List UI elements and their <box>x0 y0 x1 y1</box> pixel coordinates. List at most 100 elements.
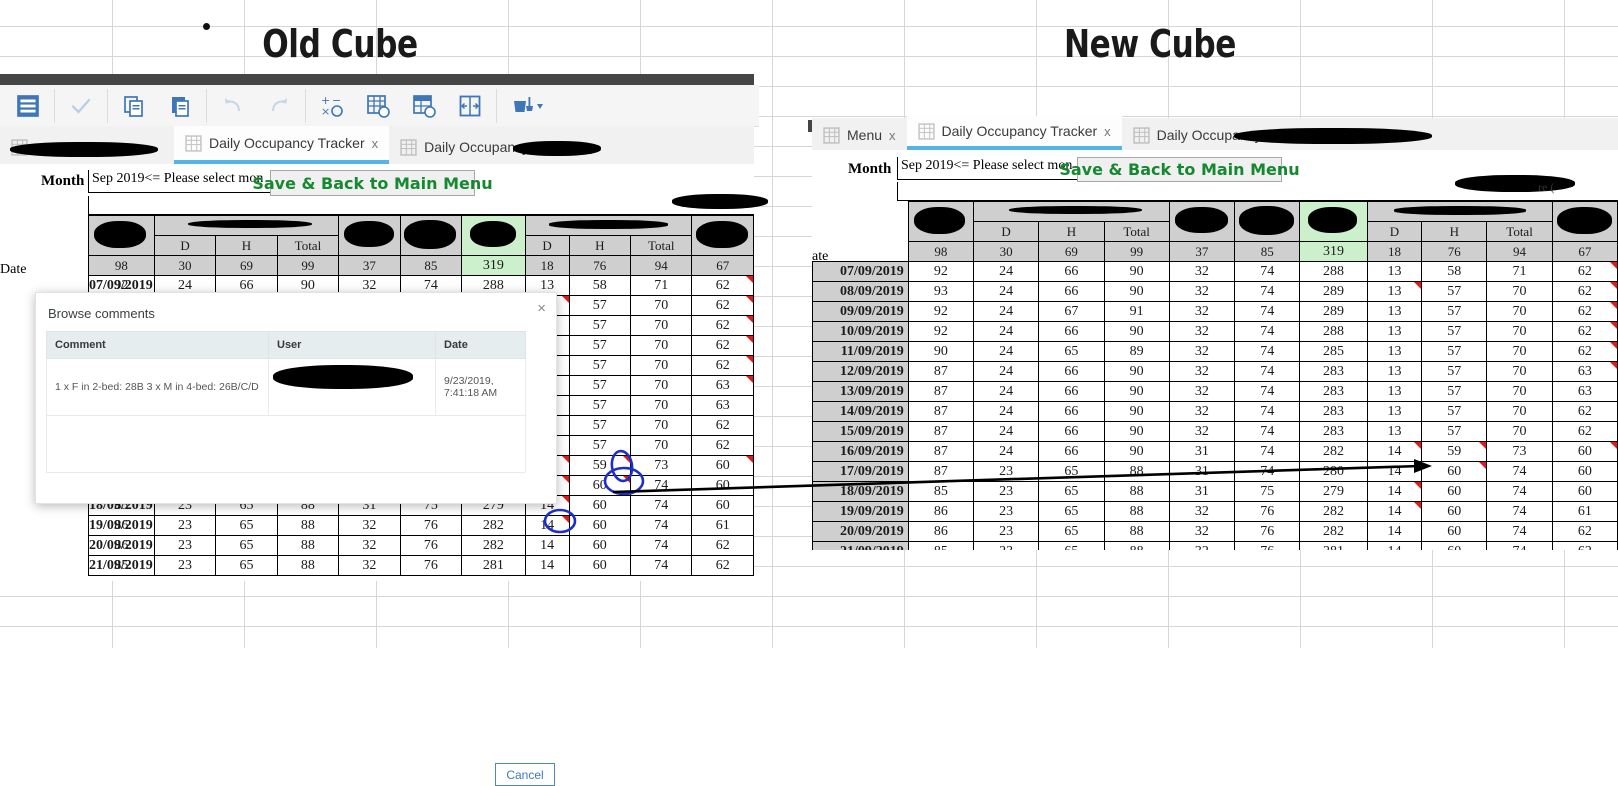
data-cell[interactable]: 93 <box>907 281 974 302</box>
sheet-tab-menu[interactable]: Menu x <box>812 120 907 150</box>
data-cell[interactable]: 92 <box>907 301 974 322</box>
data-cell[interactable]: 32 <box>1168 381 1236 402</box>
data-cell[interactable]: 74 <box>1234 441 1301 462</box>
comment-marker-icon[interactable] <box>1414 442 1422 449</box>
comment-marker-icon[interactable] <box>1610 322 1617 329</box>
row-date-cell[interactable]: 17/09/2019 <box>812 461 909 482</box>
comment-marker-icon[interactable] <box>1610 302 1617 309</box>
data-cell[interactable]: 32 <box>338 535 401 556</box>
old-cube-toolbar[interactable]: + − × <box>0 85 759 127</box>
sheet-tab-daily-occupancy-tracker-new[interactable]: Daily Occupancy Tracker x <box>906 116 1122 150</box>
data-cell[interactable]: 57 <box>1421 341 1488 362</box>
data-cell[interactable]: 74 <box>1486 521 1553 542</box>
data-cell[interactable]: 65 <box>1038 481 1105 502</box>
data-cell[interactable]: 32 <box>1168 301 1236 322</box>
data-cell[interactable]: 76 <box>1234 521 1301 542</box>
sheet-tab-daily-occupancy-tracker-redacted[interactable]: Daily Occupancy Track x <box>389 130 602 164</box>
data-cell[interactable]: 70 <box>629 355 693 376</box>
data-cell[interactable]: 57 <box>1421 321 1488 342</box>
data-cell[interactable]: 70 <box>629 395 693 416</box>
data-cell[interactable]: 23 <box>972 461 1040 482</box>
data-cell[interactable]: 31 <box>1168 441 1236 462</box>
comment-marker-icon[interactable] <box>561 496 569 503</box>
data-cell[interactable]: 57 <box>1421 361 1488 382</box>
data-cell[interactable]: 13 <box>1366 361 1423 382</box>
data-cell[interactable]: 62 <box>1551 301 1618 322</box>
data-cell[interactable]: 70 <box>1486 361 1553 382</box>
data-cell[interactable]: 76 <box>399 535 463 556</box>
data-cell[interactable]: 32 <box>1168 321 1236 342</box>
row-date-cell[interactable]: 13/09/2019 <box>812 381 909 402</box>
table-row[interactable]: 21/09/201985236588327628114607462 <box>88 555 754 576</box>
sheet-tab-daily-occupancy-tracker[interactable]: Daily Occupancy Tracker x <box>174 126 390 164</box>
comment-marker-icon[interactable] <box>1414 482 1422 489</box>
data-cell[interactable]: 88 <box>1103 521 1170 542</box>
calculate-icon[interactable]: + − × <box>309 86 355 126</box>
data-cell[interactable]: 14 <box>524 555 570 576</box>
data-cell[interactable]: 74 <box>629 535 693 556</box>
data-cell[interactable]: 90 <box>1103 281 1170 302</box>
data-cell[interactable]: 63 <box>691 395 754 416</box>
comment-marker-icon[interactable] <box>1610 342 1617 349</box>
data-cell[interactable]: 87 <box>907 461 974 482</box>
data-cell[interactable]: 23 <box>972 521 1040 542</box>
close-icon[interactable]: × <box>537 300 546 317</box>
data-cell[interactable]: 66 <box>1038 261 1105 282</box>
new-cube-tabstrip[interactable]: Menu x Daily Occupancy Tracker x Daily O… <box>812 116 1618 150</box>
data-cell[interactable]: 88 <box>1103 481 1170 502</box>
row-date-cell[interactable]: 09/09/2019 <box>812 301 909 322</box>
data-cell[interactable]: 62 <box>691 335 754 356</box>
data-cell[interactable]: 288 <box>1299 321 1368 342</box>
data-cell[interactable]: 57 <box>568 295 632 316</box>
data-cell[interactable]: 32 <box>1168 341 1236 362</box>
browse-comments-dialog[interactable]: × Browse comments Comment User Date 1 x … <box>35 292 557 786</box>
data-cell[interactable]: 60 <box>1421 501 1488 522</box>
row-date-cell[interactable]: 10/09/2019 <box>812 321 909 342</box>
data-cell[interactable]: 282 <box>461 535 526 556</box>
data-cell[interactable]: 62 <box>1551 341 1618 362</box>
data-cell[interactable]: 63 <box>1551 361 1618 382</box>
data-cell[interactable]: 24 <box>972 441 1040 462</box>
comment-marker-icon[interactable] <box>1610 442 1617 449</box>
data-cell[interactable]: 13 <box>1366 321 1423 342</box>
data-cell[interactable]: 60 <box>568 535 632 556</box>
comment-marker-icon[interactable] <box>1610 282 1617 289</box>
data-cell[interactable]: 70 <box>1486 381 1553 402</box>
row-date-cell[interactable]: 21/09/2019 <box>812 541 909 550</box>
data-cell[interactable]: 90 <box>1103 401 1170 422</box>
data-cell[interactable]: 60 <box>568 495 632 516</box>
data-cell[interactable]: 86 <box>88 535 155 556</box>
data-cell[interactable]: 66 <box>1038 441 1105 462</box>
data-cell[interactable]: 88 <box>276 555 340 576</box>
data-cell[interactable]: 65 <box>1038 461 1105 482</box>
data-cell[interactable]: 70 <box>629 375 693 396</box>
data-cell[interactable]: 71 <box>1486 261 1553 282</box>
comment-marker-icon[interactable] <box>746 276 753 283</box>
data-cell[interactable]: 90 <box>1103 321 1170 342</box>
data-cell[interactable]: 66 <box>1038 421 1105 442</box>
data-cell[interactable]: 32 <box>1168 361 1236 382</box>
close-icon[interactable]: x <box>1104 124 1111 139</box>
check-icon[interactable] <box>58 86 104 126</box>
data-cell[interactable]: 57 <box>1421 281 1488 302</box>
data-cell[interactable]: 70 <box>1486 421 1553 442</box>
data-cell[interactable]: 62 <box>691 555 754 576</box>
data-cell[interactable]: 74 <box>629 515 693 536</box>
data-cell[interactable]: 70 <box>629 435 693 456</box>
data-cell[interactable]: 24 <box>972 301 1040 322</box>
table-row[interactable]: 10/09/201992246690327428813577062 <box>812 321 1618 342</box>
data-cell[interactable]: 87 <box>907 361 974 382</box>
data-cell[interactable]: 23 <box>972 501 1040 522</box>
data-cell[interactable]: 57 <box>568 355 632 376</box>
paste-icon[interactable] <box>157 86 203 126</box>
data-cell[interactable]: 70 <box>1486 341 1553 362</box>
comment-marker-icon[interactable] <box>746 376 753 383</box>
close-icon[interactable]: x <box>889 128 896 143</box>
data-cell[interactable]: 87 <box>907 421 974 442</box>
data-cell[interactable]: 74 <box>1234 401 1301 422</box>
data-cell[interactable]: 86 <box>907 501 974 522</box>
data-cell[interactable]: 13 <box>1366 281 1423 302</box>
data-cell[interactable]: 74 <box>1234 381 1301 402</box>
table-row[interactable]: 15/09/201987246690327428313577062 <box>812 421 1618 442</box>
data-cell[interactable]: 62 <box>691 275 754 296</box>
